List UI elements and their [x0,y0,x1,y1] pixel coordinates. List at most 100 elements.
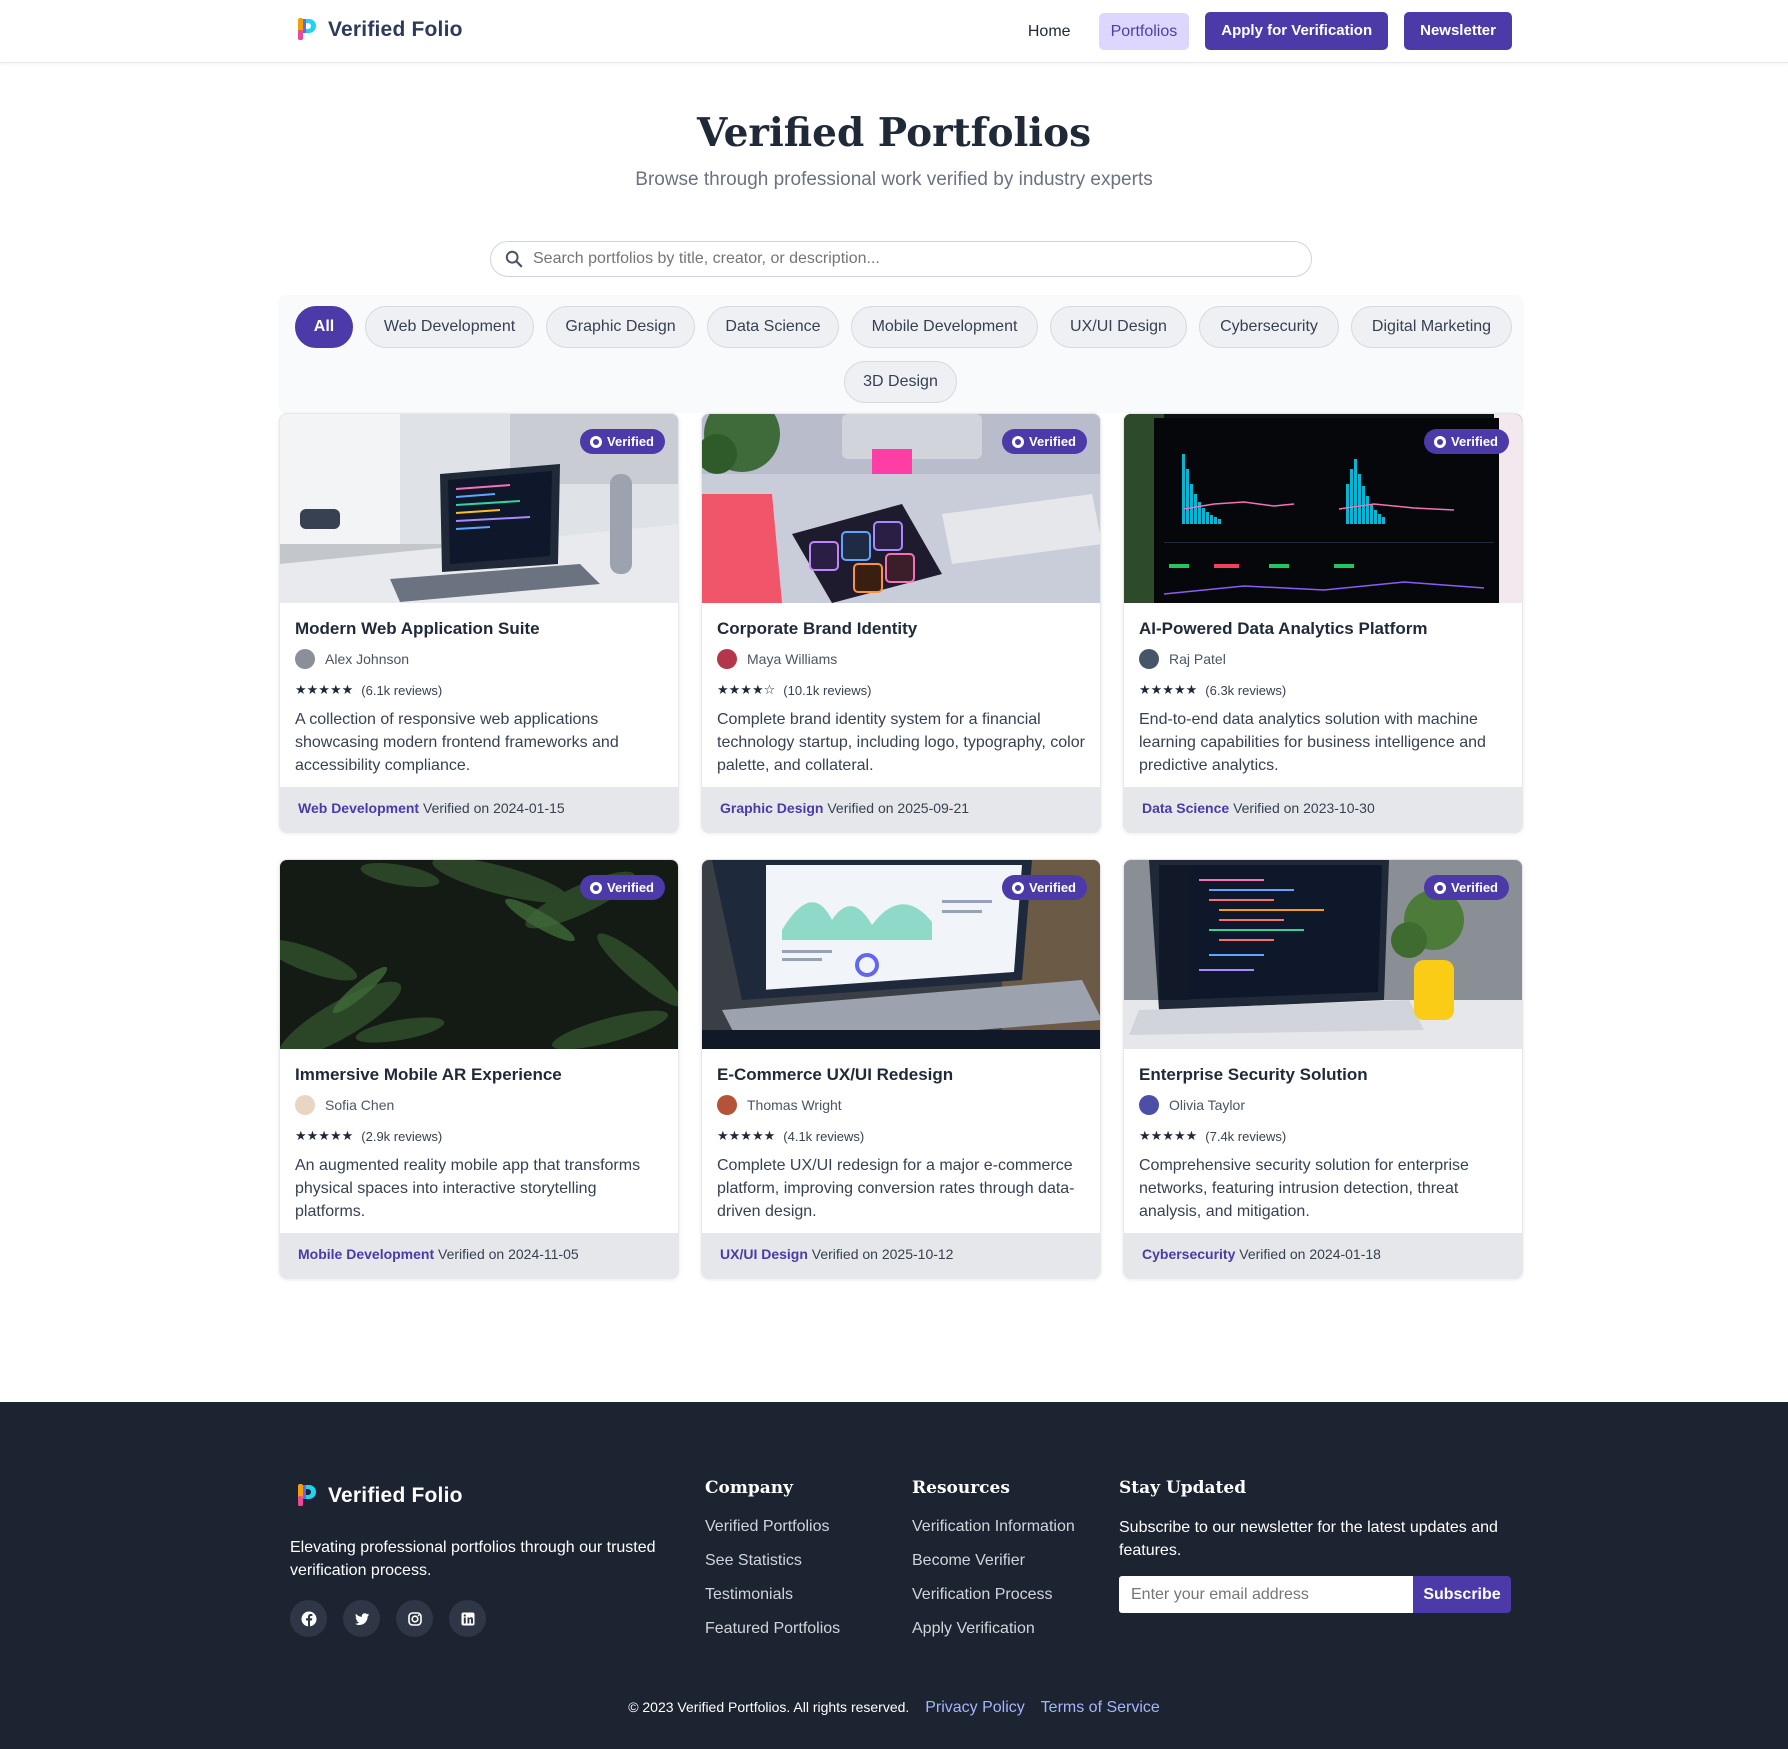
search-icon [505,250,523,268]
portfolio-title[interactable]: Enterprise Security Solution [1139,1065,1368,1085]
search-input[interactable] [533,250,1293,268]
twitter-icon[interactable] [343,1600,380,1637]
apply-verification-button[interactable]: Apply for Verification [1205,12,1389,50]
review-count: (6.1k reviews) [361,682,443,698]
filter-graphic-design[interactable]: Graphic Design [546,306,695,348]
portfolio-title[interactable]: E-Commerce UX/UI Redesign [717,1065,953,1085]
footer-link[interactable]: Featured Portfolios [705,1618,840,1652]
filter-web-development[interactable]: Web Development [365,306,534,348]
card-footer: Cybersecurity Verified on 2024-01-18 [1124,1233,1522,1278]
filter-3d-design[interactable]: 3D Design [844,361,957,403]
instagram-icon[interactable] [396,1600,433,1637]
filter-mobile-development[interactable]: Mobile Development [851,306,1038,348]
footer-link[interactable]: Apply Verification [912,1618,1075,1652]
verified-date: 2025-10-12 [881,1246,954,1262]
filter-all[interactable]: All [295,306,353,348]
portfolio-card[interactable]: Verified Enterprise Security Solution Ol… [1123,859,1523,1279]
card-footer: Graphic Design Verified on 2025-09-21 [702,787,1100,832]
check-circle-icon [1012,881,1025,894]
verified-badge: Verified [580,429,665,454]
brand-name: Verified Folio [328,18,463,41]
email-field[interactable] [1119,1576,1413,1613]
copyright-text: © 2023 Verified Portfolios. All rights r… [628,1699,910,1715]
portfolio-author[interactable]: Thomas Wright [717,1095,842,1115]
portfolio-author[interactable]: Sofia Chen [295,1095,394,1115]
filter-ux-ui-design[interactable]: UX/UI Design [1050,306,1187,348]
filter-data-science[interactable]: Data Science [707,306,839,348]
portfolio-description: End-to-end data analytics solution with … [1139,711,1486,774]
footer-link[interactable]: Testimonials [705,1584,840,1618]
footer-link[interactable]: Become Verifier [912,1550,1075,1584]
portfolio-title[interactable]: Immersive Mobile AR Experience [295,1065,562,1085]
footer-link[interactable]: Verification Process [912,1584,1075,1618]
facebook-icon[interactable] [290,1600,327,1637]
portfolio-author[interactable]: Alex Johnson [295,649,409,669]
portfolio-title[interactable]: AI-Powered Data Analytics Platform [1139,619,1427,639]
category-tag[interactable]: Web Development [298,800,419,816]
rating: ★★★★★ (4.1k reviews) [717,1128,864,1144]
portfolio-description: A collection of responsive web applicati… [295,711,619,774]
portfolio-title[interactable]: Corporate Brand Identity [717,619,917,639]
portfolio-card[interactable]: Verified AI-Powered Data Analytics Platf… [1123,413,1523,833]
portfolio-image: Verified [702,414,1100,603]
footer-brand-logo[interactable]: Verified Folio [296,1482,463,1510]
category-tag[interactable]: Data Science [1142,800,1229,816]
logo-icon [298,1484,316,1506]
footer-link[interactable]: Verified Portfolios [705,1516,840,1550]
footer-link[interactable]: See Statistics [705,1550,840,1584]
filter-digital-marketing[interactable]: Digital Marketing [1351,306,1512,348]
check-circle-icon [1434,435,1447,448]
footer-resources-heading: Resources [912,1478,1010,1498]
review-count: (10.1k reviews) [783,682,872,698]
search-bar [490,241,1312,277]
category-tag[interactable]: Graphic Design [720,800,823,816]
footer-newsletter-heading: Stay Updated [1119,1478,1247,1498]
avatar [295,649,315,669]
nav-portfolios[interactable]: Portfolios [1098,12,1190,50]
terms-of-service-link[interactable]: Terms of Service [1041,1699,1160,1716]
card-footer: Web Development Verified on 2024-01-15 [280,787,678,832]
category-tag[interactable]: Cybersecurity [1142,1246,1235,1262]
privacy-policy-link[interactable]: Privacy Policy [925,1699,1025,1716]
portfolio-author[interactable]: Maya Williams [717,649,837,669]
footer-link[interactable]: Verification Information [912,1516,1075,1550]
avatar [717,1095,737,1115]
linkedin-icon[interactable] [449,1600,486,1637]
portfolio-card[interactable]: Verified Immersive Mobile AR Experience … [279,859,679,1279]
filter-cybersecurity[interactable]: Cybersecurity [1199,306,1339,348]
rating: ★★★★★ (6.3k reviews) [1139,682,1286,698]
card-footer: Mobile Development Verified on 2024-11-0… [280,1233,678,1278]
portfolio-image: Verified [280,860,678,1049]
check-circle-icon [1434,881,1447,894]
portfolio-card[interactable]: Verified E-Commerce UX/UI Redesign Thoma… [701,859,1101,1279]
portfolio-card[interactable]: Verified Corporate Brand Identity Maya W… [701,413,1101,833]
portfolio-author[interactable]: Raj Patel [1139,649,1226,669]
portfolio-author[interactable]: Olivia Taylor [1139,1095,1245,1115]
avatar [1139,1095,1159,1115]
footer-resources-column: Resources Verification Information Becom… [912,1478,1075,1652]
newsletter-button[interactable]: Newsletter [1404,12,1512,50]
site-header: Verified Folio Home Portfolios Apply for… [0,0,1788,63]
brand-logo[interactable]: Verified Folio [296,16,463,44]
footer-description: Elevating professional portfolios throug… [290,1539,656,1579]
star-rating: ★★★★★ [1139,1128,1198,1143]
avatar [295,1095,315,1115]
verified-badge: Verified [580,875,665,900]
category-tag[interactable]: UX/UI Design [720,1246,808,1262]
star-rating: ★★★★★ [717,1128,776,1143]
verified-date: 2024-01-18 [1309,1246,1381,1262]
portfolio-card[interactable]: Verified Modern Web Application Suite Al… [279,413,679,833]
portfolio-title[interactable]: Modern Web Application Suite [295,619,540,639]
star-rating: ★★★★★ [1139,682,1198,697]
footer-brand-name: Verified Folio [328,1484,463,1507]
portfolio-description: Complete UX/UI redesign for a major e-co… [717,1157,1075,1220]
copyright-bar: © 2023 Verified Portfolios. All rights r… [0,1699,1788,1717]
footer-company-heading: Company [705,1478,793,1498]
subscribe-button[interactable]: Subscribe [1413,1576,1511,1613]
rating: ★★★★★ (7.4k reviews) [1139,1128,1286,1144]
footer-company-column: Company Verified Portfolios See Statisti… [705,1478,840,1652]
verified-badge: Verified [1002,875,1087,900]
category-tag[interactable]: Mobile Development [298,1246,434,1262]
nav-home[interactable]: Home [1016,13,1083,50]
newsletter-form: Subscribe [1119,1576,1511,1613]
